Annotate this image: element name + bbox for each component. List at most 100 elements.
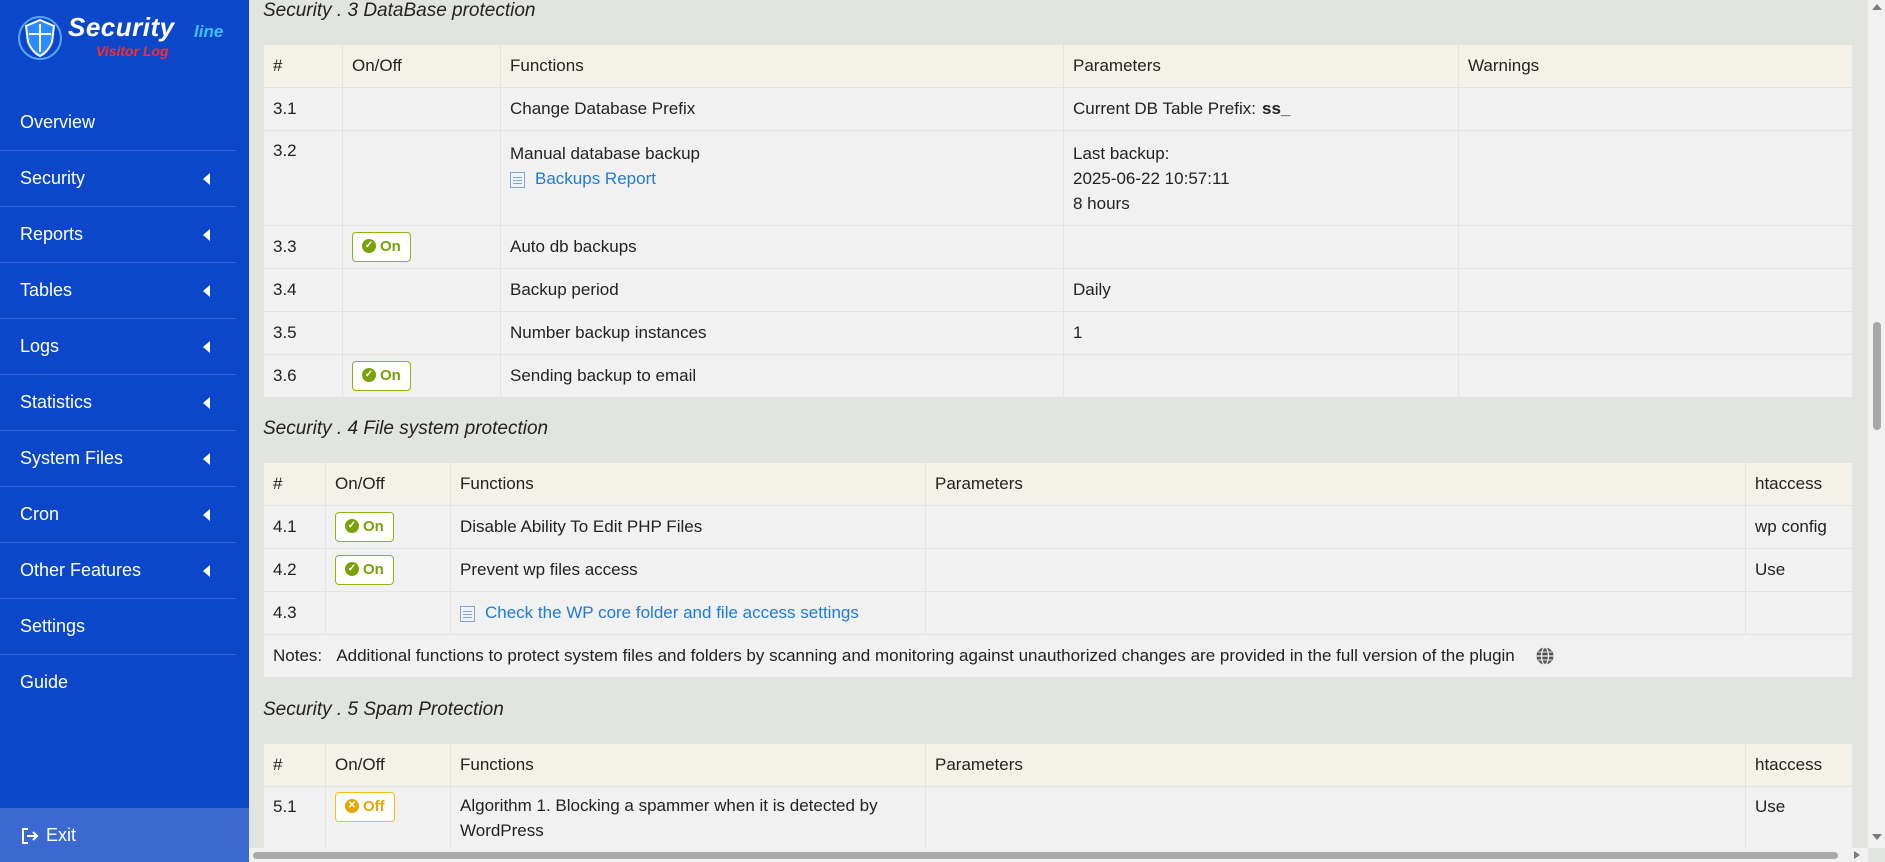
row-number: 3.3 (263, 225, 343, 269)
on-toggle-button[interactable]: ✓ On (335, 512, 394, 542)
row-number: 4.3 (263, 591, 326, 635)
notes-label: Notes: (273, 645, 323, 665)
toggle-label: On (363, 518, 384, 535)
sidebar-item-label: Reports (20, 224, 84, 244)
sidebar-item-label: Guide (20, 672, 69, 692)
toggle-cell: ✕ Off (325, 786, 451, 848)
row-number: 4.2 (263, 548, 326, 592)
warning-cell (1458, 130, 1853, 226)
last-backup-label: Last backup: (1073, 144, 1170, 163)
check-circle-icon: ✓ (362, 238, 376, 253)
caret-left-icon (203, 452, 210, 465)
table-row: 4.1 ✓ On Disable Ability To Edit PHP File… (263, 505, 1853, 549)
column-header: On/Off (325, 743, 451, 787)
sidebar-item-guide[interactable]: Guide (0, 655, 236, 710)
logo[interactable]: Security line Visitor Log (18, 12, 228, 64)
toggle-label: Off (363, 798, 385, 815)
parameter-value: 1 (1063, 311, 1459, 355)
sidebar-item-logs[interactable]: Logs (0, 319, 236, 375)
sidebar-item-reports[interactable]: Reports (0, 207, 236, 263)
htaccess-value: Use (1745, 786, 1853, 848)
on-toggle-button[interactable]: ✓ On (352, 232, 411, 262)
column-header: On/Off (342, 44, 501, 88)
sidebar-item-settings[interactable]: Settings (0, 599, 236, 655)
htaccess-value: Use (1745, 548, 1853, 592)
last-backup-date: 2025-06-22 10:57:11 (1073, 169, 1230, 188)
parameter-cell (925, 591, 1746, 635)
param-label: Current DB Table Prefix: (1073, 99, 1256, 118)
function-name: Backup period (500, 268, 1064, 312)
table-header-row: # On/Off Functions Parameters htaccess (263, 743, 1853, 787)
scroll-down-arrow-icon[interactable] (1872, 834, 1882, 840)
parameter-cell: Last backup: 2025-06-22 10:57:11 8 hours (1063, 130, 1459, 226)
parameter-cell (925, 786, 1746, 848)
toggle-cell: ✓ On (342, 354, 501, 398)
row-number: 3.5 (263, 311, 343, 355)
row-number: 3.1 (263, 87, 343, 131)
sidebar-item-overview[interactable]: Overview (0, 95, 236, 151)
column-header: htaccess (1745, 462, 1853, 506)
backups-report-link[interactable]: Backups Report (510, 166, 1054, 191)
sidebar-item-system-files[interactable]: System Files (0, 431, 236, 487)
sidebar-item-label: System Files (20, 448, 124, 468)
toggle-label: On (363, 561, 384, 578)
exit-label: Exit (46, 825, 77, 845)
exit-icon (22, 828, 39, 845)
db-protection-table: # On/Off Functions Parameters Warnings 3… (263, 44, 1853, 398)
vertical-scrollbar[interactable] (1868, 0, 1885, 848)
column-header: On/Off (325, 462, 451, 506)
toggle-cell (342, 268, 501, 312)
htaccess-value: wp config (1745, 505, 1853, 549)
sidebar-item-label: Tables (20, 280, 73, 300)
function-name: Manual database backup (510, 144, 700, 163)
exit-button[interactable]: Exit (0, 808, 249, 862)
sidebar-item-label: Security (20, 168, 86, 188)
spam-protection-table: # On/Off Functions Parameters htaccess 5… (263, 743, 1853, 848)
caret-left-icon (203, 228, 210, 241)
warning-cell (1458, 225, 1853, 269)
sidebar-item-label: Cron (20, 504, 60, 524)
sidebar-item-statistics[interactable]: Statistics (0, 375, 236, 431)
sidebar-item-other-features[interactable]: Other Features (0, 543, 236, 599)
section-title-file-system-protection: Security . 4 File system protection (263, 418, 549, 439)
sidebar-nav: Overview Security Reports Tables Logs St… (0, 95, 236, 710)
check-circle-icon: ✓ (362, 367, 376, 382)
function-cell: Algorithm 1. Blocking a spammer when it … (450, 786, 926, 848)
db-prefix-value: ss_ (1261, 99, 1291, 118)
notes-text: Additional functions to protect system f… (336, 645, 1515, 665)
table-row: 4.3 Check the WP core folder and file ac… (263, 591, 1853, 635)
file-system-protection-table: # On/Off Functions Parameters htaccess 4… (263, 462, 1853, 678)
function-name: Algorithm 1. Blocking a spammer when it … (460, 796, 878, 815)
row-number: 4.1 (263, 505, 326, 549)
column-header: Functions (500, 44, 1064, 88)
scroll-up-arrow-icon[interactable] (1872, 4, 1882, 10)
scroll-right-arrow-icon[interactable] (1854, 851, 1860, 859)
sidebar-item-tables[interactable]: Tables (0, 263, 236, 319)
toggle-cell (342, 130, 501, 226)
on-toggle-button[interactable]: ✓ On (335, 555, 394, 585)
notes-cell: Notes: Additional functions to protect s… (263, 634, 1853, 678)
row-number: 3.2 (263, 130, 343, 226)
on-toggle-button[interactable]: ✓ On (352, 361, 411, 391)
sidebar-item-cron[interactable]: Cron (0, 487, 236, 543)
warning-cell (1458, 87, 1853, 131)
htaccess-cell (1745, 591, 1853, 635)
horizontal-scroll-thumb[interactable] (253, 852, 1838, 859)
horizontal-scrollbar[interactable] (249, 848, 1868, 862)
caret-left-icon (203, 508, 210, 521)
globe-icon[interactable] (1535, 646, 1555, 666)
column-header: Parameters (925, 743, 1746, 787)
table-row: 3.3 ✓ On Auto db backups (263, 225, 1853, 269)
off-toggle-button[interactable]: ✕ Off (335, 792, 395, 822)
column-header: # (263, 462, 326, 506)
sidebar-item-security[interactable]: Security (0, 151, 236, 207)
vertical-scroll-thumb[interactable] (1873, 322, 1881, 430)
toggle-cell: ✓ On (325, 548, 451, 592)
sidebar-item-label: Logs (20, 336, 60, 356)
check-wp-core-link[interactable]: Check the WP core folder and file access… (460, 603, 859, 622)
function-name: Auto db backups (500, 225, 1064, 269)
toggle-cell: ✓ On (342, 225, 501, 269)
document-icon (510, 171, 525, 188)
function-name: Change Database Prefix (500, 87, 1064, 131)
parameter-cell (1063, 225, 1459, 269)
